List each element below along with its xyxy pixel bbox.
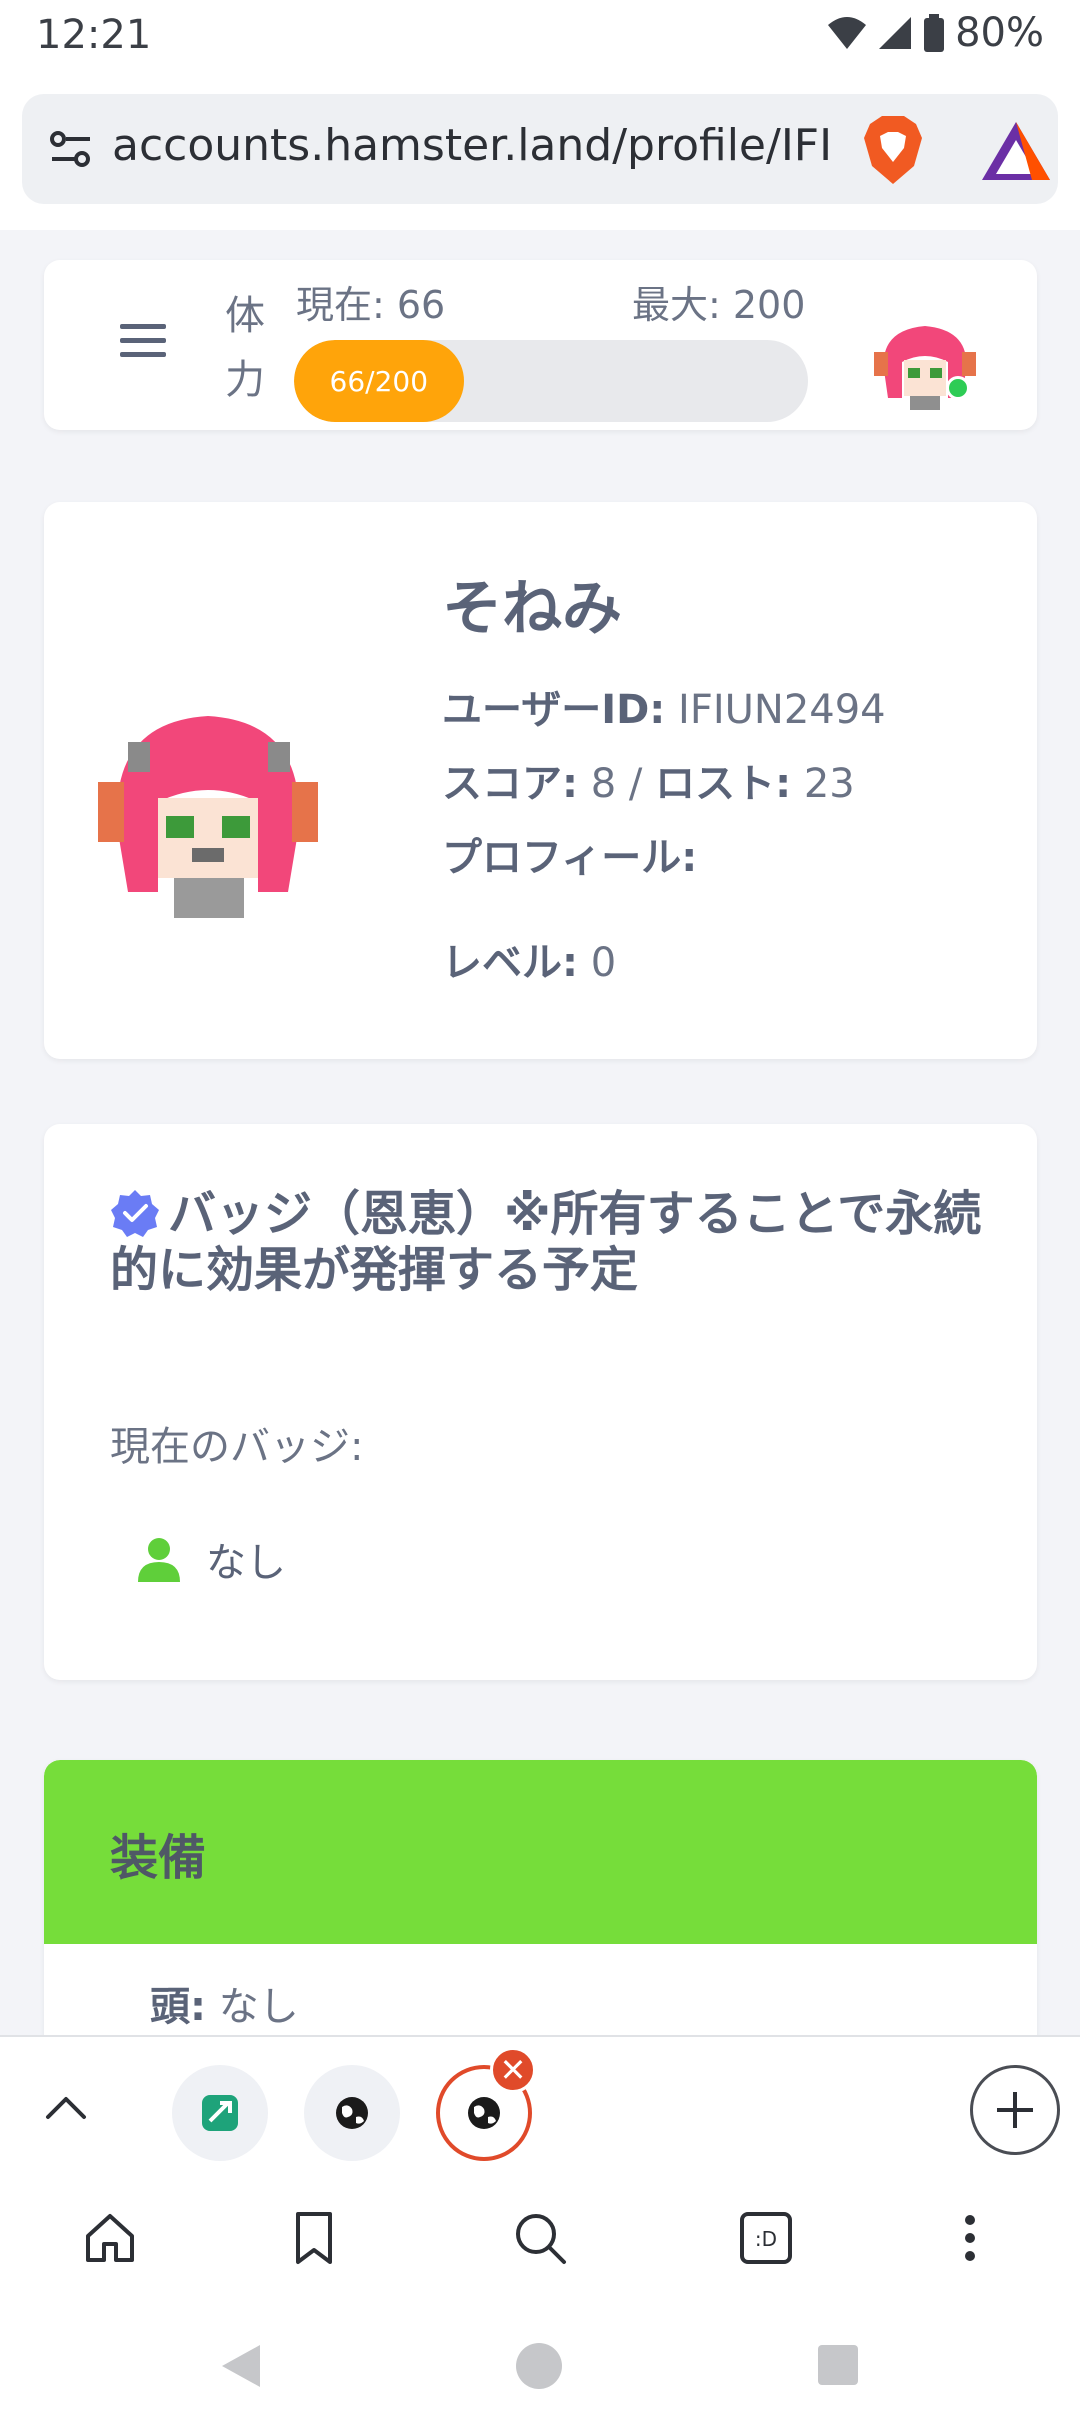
bookmarks-button[interactable] xyxy=(284,2208,344,2268)
more-menu-button[interactable] xyxy=(940,2208,1000,2268)
equipment-head-label: 頭: xyxy=(150,1984,206,2030)
current-badge-label: 現在のバッジ: xyxy=(110,1424,364,1470)
back-nav-icon[interactable] xyxy=(218,2341,264,2391)
person-icon xyxy=(138,1538,180,1582)
brave-shields-icon[interactable] xyxy=(860,114,926,186)
badge-title-text: バッジ（恩恵）※所有することで永続的に効果が発揮する予定 xyxy=(110,1186,982,1298)
tab-switcher-icon: :D xyxy=(740,2212,792,2264)
user-id-value: IFIUN2494 xyxy=(678,687,886,733)
close-tab-icon[interactable]: ✕ xyxy=(490,2047,536,2093)
verified-badge-icon xyxy=(111,1190,159,1237)
equipment-header: 装備 xyxy=(44,1760,1037,1944)
equipment-head-value: なし xyxy=(218,1984,299,2030)
profile-text-label: プロフィール: xyxy=(442,835,698,881)
level-line: レベル: 0 xyxy=(442,930,616,988)
badge-section-title: バッジ（恩恵）※所有することで永続的に効果が発揮する予定 xyxy=(110,1186,990,1298)
user-id-label: ユーザーID: xyxy=(442,687,666,733)
tab-thumbnail-globe[interactable] xyxy=(304,2065,400,2161)
user-avatar[interactable] xyxy=(870,306,980,416)
equipment-card: 装備 頭: なし xyxy=(44,1760,1037,2035)
address-bar[interactable]: accounts.hamster.land/profile/IFIUN2494 xyxy=(22,94,1058,204)
url-text[interactable]: accounts.hamster.land/profile/IFIUN2494 xyxy=(112,120,832,171)
browser-toolbar: accounts.hamster.land/profile/IFIUN2494 xyxy=(0,72,1080,230)
current-badge-value: なし xyxy=(206,1540,286,1586)
search-icon xyxy=(516,2214,566,2264)
user-id-line: ユーザーID: IFIUN2494 xyxy=(442,677,886,735)
tab-strip: ✕ xyxy=(0,2035,1080,2180)
online-status-dot xyxy=(946,376,970,400)
tab-switcher-label: :D xyxy=(755,2227,777,2251)
wifi-icon xyxy=(828,17,867,49)
score-line: スコア: 8 / ロスト: 23 xyxy=(442,751,855,809)
profile-name: そねみ xyxy=(442,574,622,644)
menu-icon[interactable] xyxy=(120,322,166,360)
current-badge-item: なし xyxy=(136,1530,286,1588)
status-bar: 12:21 80% xyxy=(0,0,1080,72)
system-navigation-bar xyxy=(0,2295,1080,2432)
home-button[interactable] xyxy=(80,2208,140,2268)
search-button[interactable] xyxy=(510,2208,570,2268)
plus-icon xyxy=(997,2092,1033,2128)
app-favicon-icon xyxy=(202,2095,238,2131)
stamina-card: 体力 現在: 66 最大: 200 66/200 xyxy=(44,260,1037,430)
level-value: 0 xyxy=(590,940,617,986)
equipment-head-line: 頭: なし xyxy=(150,1974,299,2032)
profile-card: そねみ ユーザーID: IFIUN2494 スコア: 8 / ロスト: 23 プ… xyxy=(44,502,1037,1059)
status-icons: 80% xyxy=(827,10,1044,56)
chevron-up-icon[interactable] xyxy=(40,2083,92,2135)
equipment-title: 装備 xyxy=(110,1830,207,1886)
score-label: スコア: xyxy=(442,761,578,807)
globe-icon xyxy=(468,2097,500,2129)
score-value: 8 xyxy=(590,761,617,807)
home-nav-icon[interactable] xyxy=(514,2341,564,2391)
new-tab-button[interactable] xyxy=(970,2065,1060,2155)
tab-thumbnail-app[interactable] xyxy=(172,2065,268,2161)
lost-label: ロスト: xyxy=(655,761,792,807)
tab-switcher-button[interactable]: :D xyxy=(736,2208,796,2268)
battery-percent: 80% xyxy=(955,10,1044,56)
globe-icon xyxy=(336,2097,368,2129)
stamina-max-label: 最大: 200 xyxy=(632,283,806,327)
signal-icon xyxy=(879,17,912,49)
page-content: 体力 現在: 66 最大: 200 66/200 そねみ ユーザーID: IFI… xyxy=(0,230,1080,2035)
bottom-toolbar: :D xyxy=(0,2180,1080,2295)
stamina-label: 体力 xyxy=(225,293,265,403)
lost-value: 23 xyxy=(803,761,855,807)
stamina-bar-fill: 66/200 xyxy=(294,340,464,422)
bookmark-icon xyxy=(296,2212,332,2264)
badge-card: バッジ（恩恵）※所有することで永続的に効果が発揮する予定 現在のバッジ: なし xyxy=(44,1124,1037,1680)
score-separator: / xyxy=(628,761,643,807)
home-icon xyxy=(86,2214,134,2262)
stamina-current-label: 現在: 66 xyxy=(296,283,446,327)
status-time: 12:21 xyxy=(36,12,152,58)
recents-nav-icon[interactable] xyxy=(816,2343,860,2387)
stamina-bar: 66/200 xyxy=(294,340,808,422)
rewards-triangle-icon[interactable] xyxy=(980,118,1052,184)
profile-avatar xyxy=(98,712,318,918)
profile-text-line: プロフィール: xyxy=(442,825,697,883)
site-settings-icon[interactable] xyxy=(48,126,94,172)
level-label: レベル: xyxy=(442,940,578,986)
battery-icon xyxy=(924,14,945,52)
more-vertical-icon xyxy=(965,2215,975,2261)
